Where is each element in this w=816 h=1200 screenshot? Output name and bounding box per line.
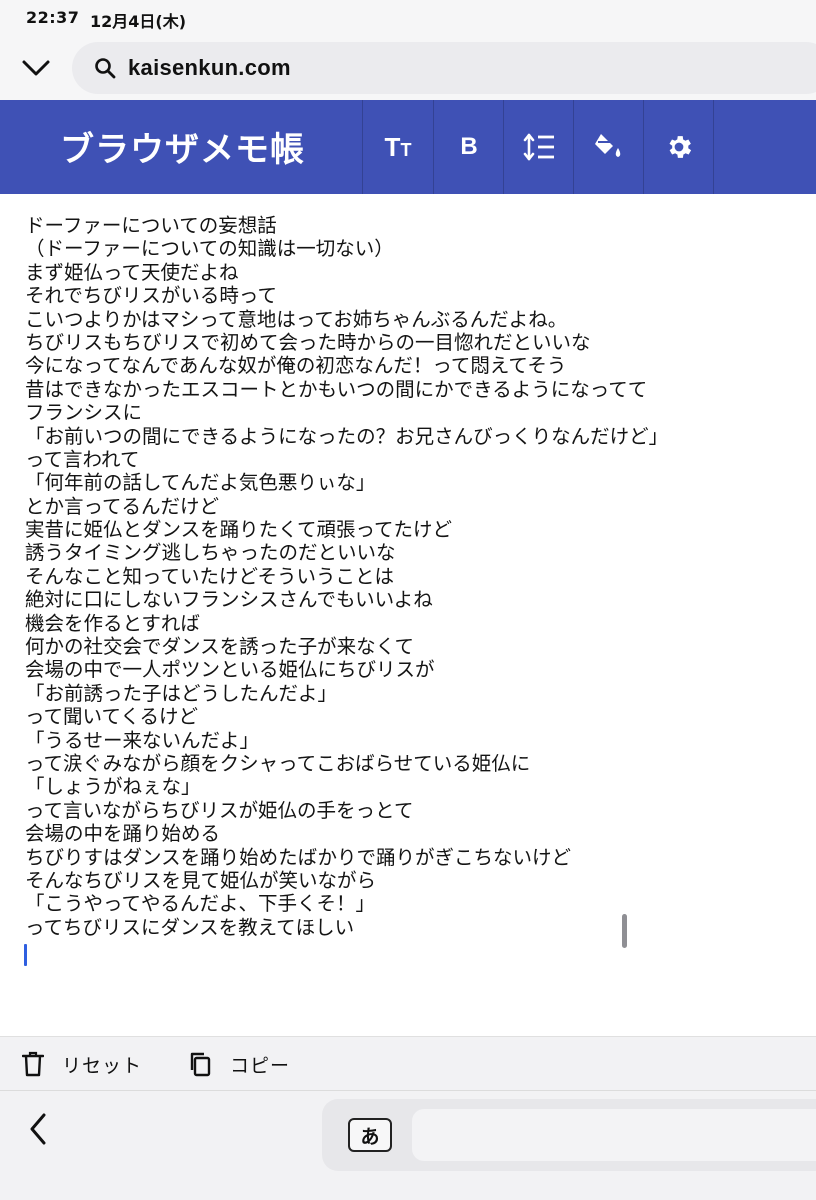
memo-line: とか言ってるんだけど <box>25 494 220 518</box>
line-height-button[interactable] <box>504 100 574 194</box>
back-button[interactable] <box>22 1109 54 1149</box>
memo-line: って言いながらちびリスが姫仏の手をっとて <box>25 798 414 822</box>
browser-url-area: kaisenkun.com <box>0 34 816 100</box>
chevron-down-icon <box>22 60 50 76</box>
memo-line: 「お前誘った子はどうしたんだよ」 <box>25 681 338 705</box>
copy-icon <box>190 1052 211 1077</box>
memo-line: 会場の中で一人ポツンといる姫仏にちびリスが <box>25 658 435 682</box>
memo-line: 誘うタイミング逃しちゃったのだといいな <box>25 541 396 565</box>
bold-icon: B <box>460 133 478 160</box>
memo-line: 何かの社交会でダンスを誘った子が来なくて <box>25 635 415 659</box>
memo-line: それでちびリスがいる時って <box>25 284 277 308</box>
text-size-icon: TT <box>384 131 412 162</box>
memo-line: 「何年前の話してんだよ気色悪りぃな」 <box>25 471 376 495</box>
memo-text: ドーファーについての妄想話 （ドーファーについての知識は一切ない） まず姫仏って天使… <box>25 214 805 939</box>
memo-line: そんなこと知っていたけどそういうことは <box>25 564 394 588</box>
copy-label: コピー <box>230 1054 291 1077</box>
copy-button[interactable]: コピー <box>188 1037 290 1091</box>
memo-line: ドーファーについての妄想話 <box>25 214 277 237</box>
text-caret <box>24 944 27 966</box>
memo-line: 今になってなんであんな奴が俺の初恋なんだ！って悶えてそう <box>25 354 567 378</box>
keyboard-input-panel: あ <box>322 1099 816 1171</box>
text-size-button[interactable]: TT <box>363 100 433 194</box>
bold-button[interactable]: B <box>434 100 504 194</box>
gear-icon <box>669 136 692 158</box>
memo-line: って涙ぐみながら顔をクシャってこおばらせている姫仏に <box>25 751 531 775</box>
status-bar: 22:37 12月4日(木) <box>0 0 816 34</box>
memo-line: って言われて <box>25 447 140 471</box>
memo-line: そんなちびリスを見て姫仏が笑いながら <box>25 868 377 892</box>
url-field[interactable]: kaisenkun.com <box>72 42 816 94</box>
memo-line: 「こうやってやるんだよ、下手くそ！」 <box>25 892 376 916</box>
memo-line: 会場の中を踊り始める <box>25 822 221 846</box>
action-bar: リセット コピー <box>0 1036 816 1090</box>
memo-line: ってちびリスにダンスを教えてほしい <box>25 915 355 939</box>
collapse-button[interactable] <box>14 48 58 88</box>
toolbar-divider <box>713 100 714 194</box>
memo-textarea[interactable]: ドーファーについての妄想話 （ドーファーについての知識は一切ない） まず姫仏って天使… <box>0 194 816 1036</box>
memo-line: 「しょうがねぇな」 <box>25 775 201 799</box>
memo-line: フランシスに <box>25 401 143 425</box>
memo-line: こいつよりかはマシって意地はってお姉ちゃんぶるんだよね。 <box>25 307 568 331</box>
search-icon <box>95 58 116 79</box>
status-time: 22:37 <box>26 8 80 27</box>
paint-bucket-icon <box>595 134 621 157</box>
memo-line: （ドーファーについての知識は一切ない） <box>25 237 394 261</box>
line-height-icon <box>523 133 554 161</box>
memo-line: 絶対に口にしないフランシスさんでもいいよね <box>25 588 433 612</box>
input-mode-key[interactable]: あ <box>348 1118 392 1152</box>
status-date: 12月4日(木) <box>90 12 187 31</box>
app-title: ブラウザメモ帳 <box>60 130 305 170</box>
url-text: kaisenkun.com <box>128 55 291 80</box>
trash-icon <box>22 1051 44 1077</box>
memo-line: まず姫仏って天使だよね <box>25 260 239 284</box>
app-toolbar: ブラウザメモ帳 TT B <box>0 100 816 194</box>
keyboard-accessory-bar: あ <box>0 1090 816 1200</box>
keyboard-candidate-area[interactable] <box>412 1109 816 1161</box>
chevron-left-icon <box>30 1113 46 1145</box>
memo-line: 昔はできなかったエスコートとかもいつの間にかできるようになってて <box>25 377 648 401</box>
color-button[interactable] <box>574 100 644 194</box>
memo-line: 「お前いつの間にできるようになったの？お兄さんびっくりなんだけど」 <box>25 424 669 448</box>
memo-line: ちびりすはダンスを踊り始めたばかりで踊りがぎこちないけど <box>25 845 572 869</box>
scrollbar-thumb[interactable] <box>622 914 627 948</box>
memo-line: 「うるせー来ないんだよ」 <box>25 728 260 752</box>
memo-line: って聞いてくるけど <box>25 705 198 729</box>
settings-button[interactable] <box>644 100 714 194</box>
memo-line: 実昔に姫仏とダンスを踊りたくて頑張ってたけど <box>25 518 453 542</box>
memo-line: ちびリスもちびリスで初めて会った時からの一目惚れだといいな <box>25 330 591 354</box>
reset-button[interactable]: リセット <box>22 1037 142 1091</box>
memo-line: 機会を作るとすれば <box>25 611 200 635</box>
reset-label: リセット <box>62 1054 143 1077</box>
